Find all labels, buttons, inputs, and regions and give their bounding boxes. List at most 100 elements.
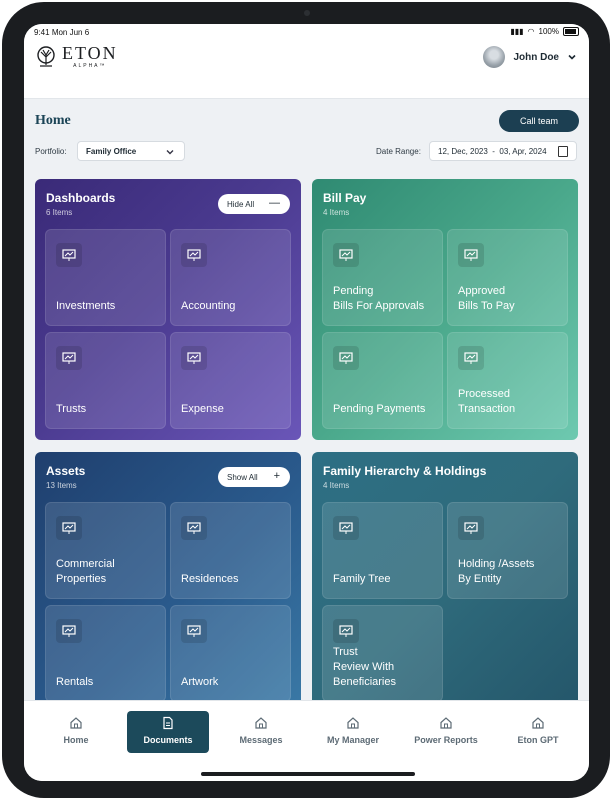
presentation-chart-icon bbox=[333, 346, 359, 370]
tile-label: Trust Review With Beneficiaries bbox=[333, 646, 396, 688]
date-range-value: 12, Dec, 2023 - 03, Apr, 2024 bbox=[438, 146, 547, 156]
nav-label: My Manager bbox=[326, 735, 379, 745]
home-icon bbox=[70, 717, 82, 729]
tile-label: Trusts bbox=[56, 403, 87, 415]
home-indicator[interactable] bbox=[201, 772, 415, 776]
presentation-chart-icon bbox=[56, 346, 82, 370]
tile-approved-bills[interactable]: Approved Bills To Pay bbox=[447, 229, 568, 326]
presentation-chart-icon bbox=[56, 243, 82, 267]
tile-label: Family Tree bbox=[333, 573, 391, 585]
call-team-button[interactable]: Call team bbox=[499, 110, 579, 132]
nav-power-reports[interactable]: Power Reports bbox=[405, 711, 487, 753]
wifi-icon: ◠ bbox=[527, 27, 535, 36]
presentation-chart-icon bbox=[56, 516, 82, 540]
nav-label: Home bbox=[63, 735, 89, 745]
presentation-chart-icon bbox=[333, 516, 359, 540]
tile-processed-transaction[interactable]: Processed Transaction bbox=[447, 332, 568, 429]
presentation-chart-icon bbox=[458, 516, 484, 540]
tile-label: Investments bbox=[56, 300, 116, 312]
presentation-chart-icon bbox=[56, 619, 82, 643]
presentation-chart-icon bbox=[181, 243, 207, 267]
tile-trust-review[interactable]: Trust Review With Beneficiaries bbox=[322, 605, 443, 702]
tile-holding-assets[interactable]: Holding /Assets By Entity bbox=[447, 502, 568, 599]
tile-rentals[interactable]: Rentals bbox=[45, 605, 166, 702]
tile-commercial-properties[interactable]: Commercial Properties bbox=[45, 502, 166, 599]
tile-pending-bills[interactable]: Pending Bills For Approvals bbox=[322, 229, 443, 326]
family-hierarchy-card: Family Hierarchy & Holdings 4 Items Fami… bbox=[312, 452, 578, 713]
brand-name: ETON bbox=[62, 43, 118, 63]
tile-label: Holding /Assets By Entity bbox=[458, 558, 535, 585]
presentation-chart-icon bbox=[181, 346, 207, 370]
show-all-button[interactable]: Show All + bbox=[218, 467, 290, 487]
plus-icon: + bbox=[273, 470, 280, 482]
show-all-label: Show All bbox=[227, 472, 258, 482]
presentation-chart-icon bbox=[458, 346, 484, 370]
date-range-label: Date Range: bbox=[376, 147, 421, 156]
home-icon bbox=[255, 717, 267, 729]
document-icon bbox=[163, 716, 173, 730]
home-icon bbox=[440, 717, 452, 729]
tile-family-tree[interactable]: Family Tree bbox=[322, 502, 443, 599]
nav-label: Power Reports bbox=[414, 735, 478, 745]
card-count: 13 Items bbox=[46, 481, 77, 490]
tile-label: Approved Bills To Pay bbox=[458, 285, 515, 312]
tile-label: Expense bbox=[181, 403, 224, 415]
presentation-chart-icon bbox=[458, 243, 484, 267]
tile-label: Rentals bbox=[56, 676, 94, 688]
tile-label: Artwork bbox=[181, 676, 219, 688]
minus-icon: — bbox=[269, 197, 280, 209]
user-menu[interactable]: John Doe bbox=[483, 46, 577, 68]
nav-label: Documents bbox=[143, 735, 193, 745]
bottom-nav: Home Documents Messages My Manager Power… bbox=[24, 700, 589, 781]
eton-logo[interactable]: ETON ALPHA™ bbox=[34, 44, 118, 69]
avatar bbox=[483, 46, 506, 68]
tile-label: Processed Transaction bbox=[458, 388, 516, 415]
nav-documents[interactable]: Documents bbox=[127, 711, 209, 753]
card-count: 4 Items bbox=[323, 208, 350, 217]
card-count: 4 Items bbox=[323, 481, 350, 490]
battery-percent: 100% bbox=[538, 27, 559, 36]
app-screen: 9:41 Mon Jun 6 ▮▮▮ ◠ 100% ETON ALPHA™ Jo… bbox=[24, 24, 589, 781]
main-content: Home Call team Portfolio: Family Office … bbox=[24, 99, 589, 713]
nav-eton-gpt[interactable]: Eton GPT bbox=[497, 711, 579, 753]
presentation-chart-icon bbox=[333, 619, 359, 643]
signal-icon: ▮▮▮ bbox=[510, 27, 524, 36]
nav-home[interactable]: Home bbox=[35, 711, 117, 753]
tile-label: Pending Bills For Approvals bbox=[333, 285, 425, 312]
tile-trusts[interactable]: Trusts bbox=[45, 332, 166, 429]
nav-messages[interactable]: Messages bbox=[220, 711, 302, 753]
chevron-down-icon bbox=[568, 54, 576, 60]
presentation-chart-icon bbox=[333, 243, 359, 267]
home-icon bbox=[532, 717, 544, 729]
chevron-down-icon bbox=[166, 150, 174, 155]
tile-artwork[interactable]: Artwork bbox=[170, 605, 291, 702]
nav-label: Messages bbox=[239, 735, 283, 745]
tile-investments[interactable]: Investments bbox=[45, 229, 166, 326]
battery-icon bbox=[563, 27, 579, 36]
card-title: Bill Pay bbox=[323, 191, 367, 205]
status-time: 9:41 Mon Jun 6 bbox=[34, 28, 90, 37]
tile-label: Pending Payments bbox=[333, 403, 426, 415]
page-title: Home bbox=[35, 113, 71, 128]
home-icon bbox=[347, 717, 359, 729]
portfolio-select[interactable]: Family Office bbox=[77, 141, 185, 161]
nav-label: Eton GPT bbox=[517, 735, 559, 745]
hide-all-button[interactable]: Hide All — bbox=[218, 194, 290, 214]
brand-sub: ALPHA™ bbox=[73, 63, 107, 69]
tile-label: Commercial Properties bbox=[56, 558, 115, 585]
date-range-picker[interactable]: 12, Dec, 2023 - 03, Apr, 2024 bbox=[429, 141, 577, 161]
tile-residences[interactable]: Residences bbox=[170, 502, 291, 599]
presentation-chart-icon bbox=[181, 516, 207, 540]
card-count: 6 Items bbox=[46, 208, 73, 217]
tile-expense[interactable]: Expense bbox=[170, 332, 291, 429]
tile-accounting[interactable]: Accounting bbox=[170, 229, 291, 326]
nav-my-manager[interactable]: My Manager bbox=[312, 711, 394, 753]
card-title: Family Hierarchy & Holdings bbox=[323, 464, 487, 478]
app-header: ETON ALPHA™ John Doe bbox=[24, 40, 589, 99]
tree-logo-icon bbox=[37, 45, 55, 67]
tile-label: Residences bbox=[181, 573, 239, 585]
status-bar: 9:41 Mon Jun 6 ▮▮▮ ◠ 100% bbox=[24, 24, 589, 40]
user-name: John Doe bbox=[513, 51, 559, 63]
presentation-chart-icon bbox=[181, 619, 207, 643]
tile-pending-payments[interactable]: Pending Payments bbox=[322, 332, 443, 429]
